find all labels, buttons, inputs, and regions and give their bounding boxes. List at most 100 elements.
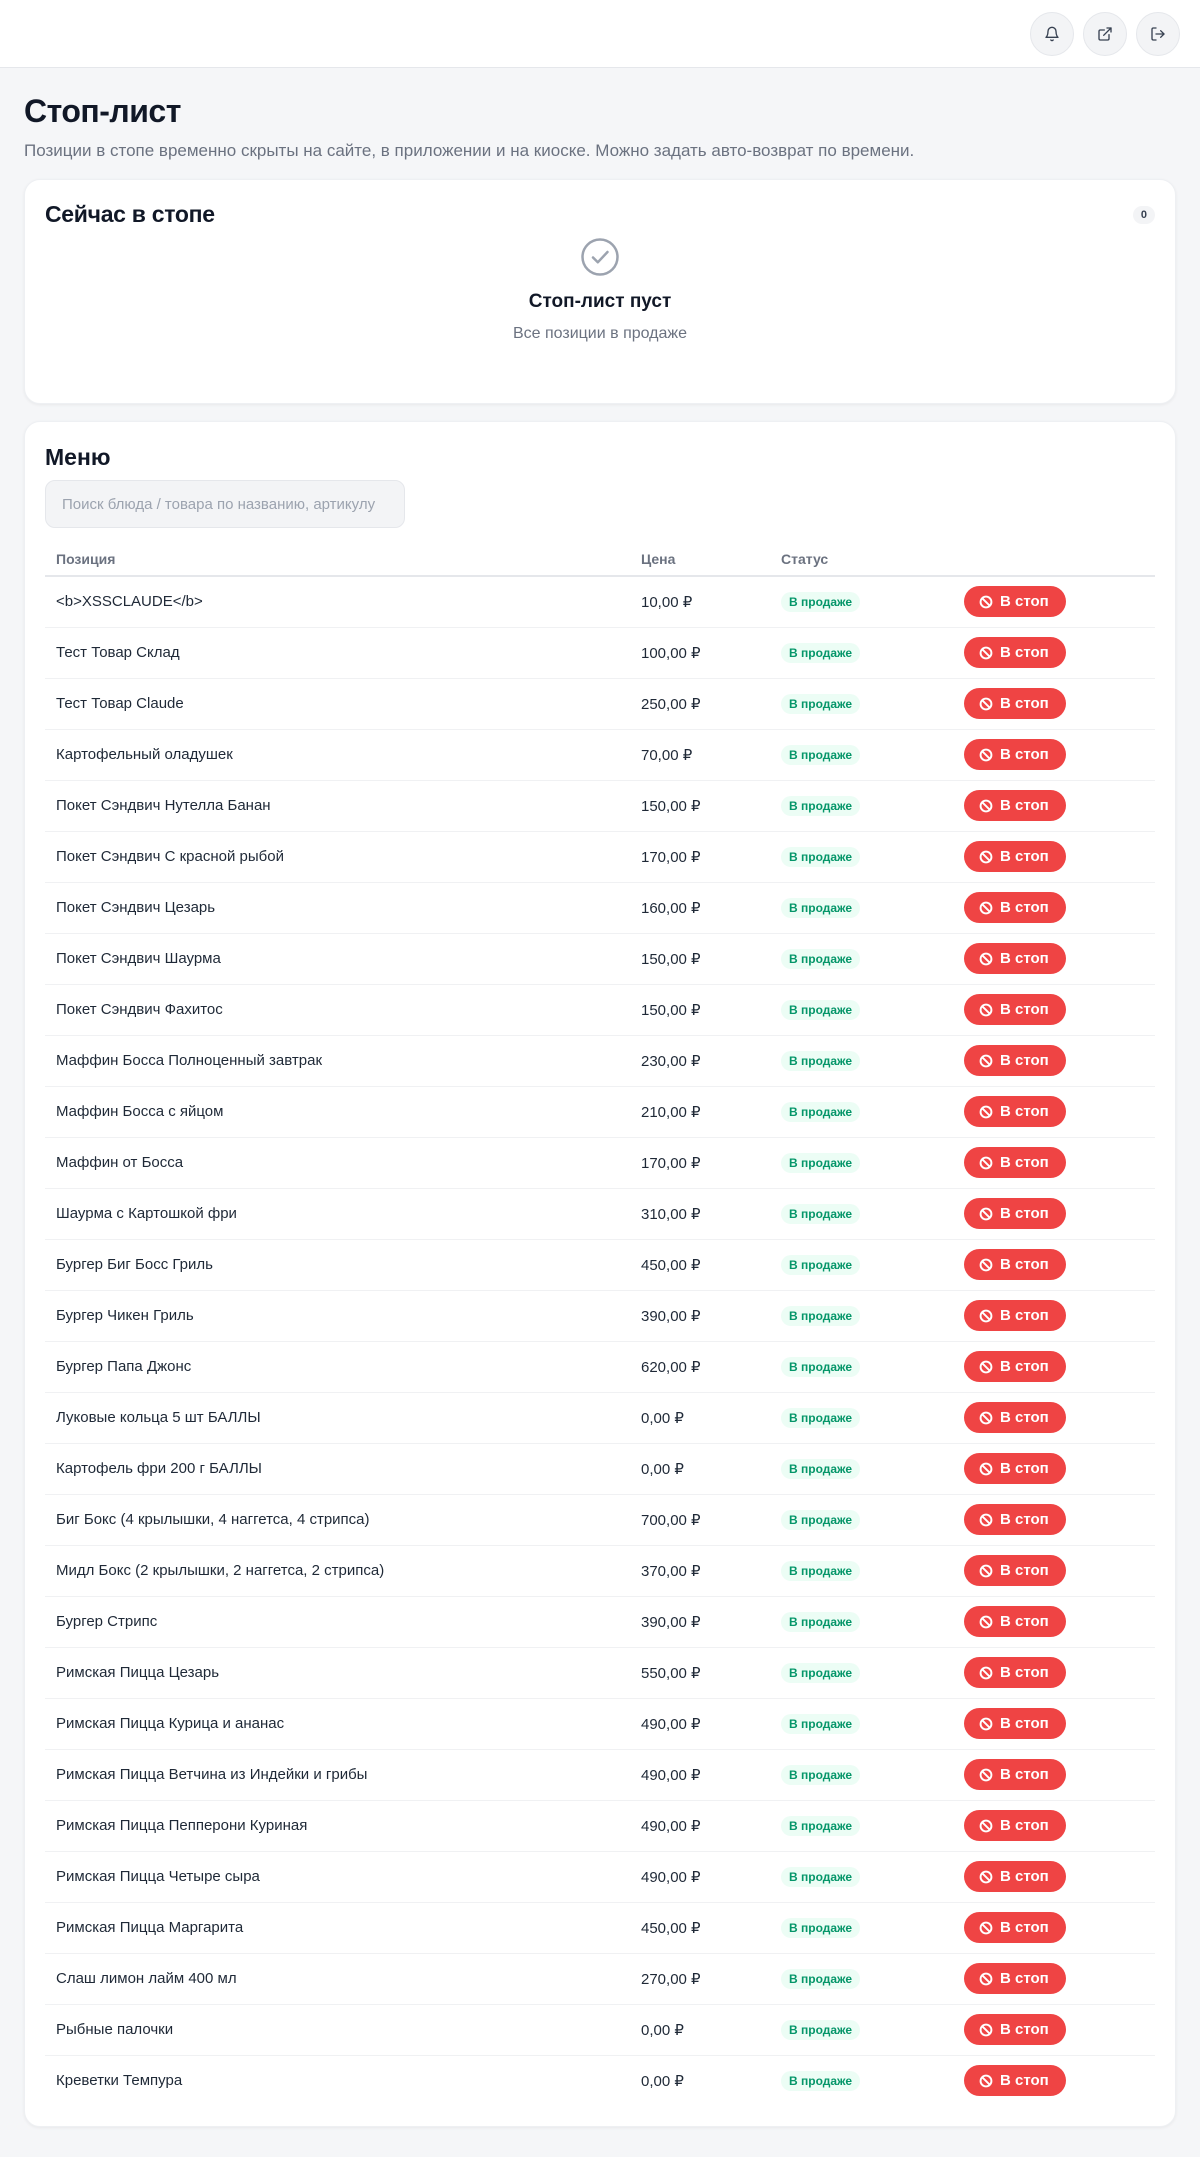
- item-name: Покет Сэндвич Цезарь: [45, 882, 630, 934]
- add-to-stop-button[interactable]: В стоп: [964, 1759, 1066, 1790]
- item-action-cell: В стоп: [953, 1137, 1155, 1189]
- add-to-stop-button[interactable]: В стоп: [964, 1147, 1066, 1178]
- item-action-cell: В стоп: [953, 780, 1155, 832]
- stop-button-label: В стоп: [1000, 1358, 1049, 1375]
- item-status-cell: В продаже: [770, 1239, 953, 1291]
- item-status-cell: В продаже: [770, 1953, 953, 2005]
- item-name: Римская Пицца Цезарь: [45, 1647, 630, 1699]
- stop-button-label: В стоп: [1000, 1103, 1049, 1120]
- item-price: 490,00 ₽: [630, 1698, 770, 1750]
- add-to-stop-button[interactable]: В стоп: [964, 790, 1066, 821]
- search-input[interactable]: [45, 480, 405, 528]
- block-icon: [979, 2023, 993, 2036]
- table-row: Рыбные палочки 0,00 ₽ В продаже В стоп: [45, 2004, 1155, 2056]
- add-to-stop-button[interactable]: В стоп: [964, 1912, 1066, 1943]
- column-header-name: Позиция: [45, 542, 630, 577]
- status-badge: В продаже: [781, 1254, 861, 1275]
- status-badge: В продаже: [781, 1407, 861, 1428]
- item-price: 100,00 ₽: [630, 627, 770, 679]
- column-header-price: Цена: [630, 542, 770, 577]
- add-to-stop-button[interactable]: В стоп: [964, 994, 1066, 1025]
- add-to-stop-button[interactable]: В стоп: [964, 1963, 1066, 1994]
- block-icon: [979, 850, 993, 863]
- add-to-stop-button[interactable]: В стоп: [964, 586, 1066, 618]
- item-name: Бургер Биг Босс Гриль: [45, 1239, 630, 1291]
- add-to-stop-button[interactable]: В стоп: [964, 1096, 1066, 1127]
- item-status-cell: В продаже: [770, 882, 953, 934]
- add-to-stop-button[interactable]: В стоп: [964, 1708, 1066, 1739]
- item-action-cell: В стоп: [953, 1035, 1155, 1087]
- block-icon: [979, 1207, 993, 1220]
- item-name: Картофельный оладушек: [45, 729, 630, 781]
- status-badge: В продаже: [781, 1866, 861, 1887]
- block-icon: [979, 901, 993, 914]
- item-status-cell: В продаже: [770, 1443, 953, 1495]
- add-to-stop-button[interactable]: В стоп: [964, 739, 1066, 770]
- add-to-stop-button[interactable]: В стоп: [964, 943, 1066, 974]
- notifications-button[interactable]: [1030, 11, 1074, 56]
- stop-button-label: В стоп: [1000, 695, 1049, 712]
- add-to-stop-button[interactable]: В стоп: [964, 1606, 1066, 1637]
- add-to-stop-button[interactable]: В стоп: [964, 1198, 1066, 1229]
- add-to-stop-button[interactable]: В стоп: [964, 2065, 1066, 2097]
- item-status-cell: В продаже: [770, 627, 953, 679]
- table-row: Бургер Биг Босс Гриль 450,00 ₽ В продаже В …: [45, 1239, 1155, 1291]
- item-name: Бургер Чикен Гриль: [45, 1290, 630, 1342]
- add-to-stop-button[interactable]: В стоп: [964, 1045, 1066, 1076]
- table-row: Тест Товар Claude 250,00 ₽ В продаже В стоп: [45, 678, 1155, 730]
- item-price: 250,00 ₽: [630, 678, 770, 730]
- item-price: 490,00 ₽: [630, 1800, 770, 1852]
- menu-table: Позиция Цена Статус <b>XSSCLAUDE</b> 10,0…: [45, 542, 1155, 2106]
- column-header-actions: [953, 542, 1155, 577]
- logout-button[interactable]: [1136, 11, 1180, 56]
- table-row: Маффин от Босса 170,00 ₽ В продаже В стоп: [45, 1137, 1155, 1189]
- add-to-stop-button[interactable]: В стоп: [964, 1555, 1066, 1586]
- status-badge: В продаже: [781, 999, 861, 1020]
- item-name: Покет Сэндвич Нутелла Банан: [45, 780, 630, 832]
- status-badge: В продаже: [781, 1203, 861, 1224]
- add-to-stop-button[interactable]: В стоп: [964, 1861, 1066, 1892]
- block-icon: [979, 1462, 993, 1475]
- column-header-status: Статус: [770, 542, 953, 577]
- stop-button-label: В стоп: [1000, 1460, 1049, 1477]
- item-price: 0,00 ₽: [630, 1443, 770, 1495]
- add-to-stop-button[interactable]: В стоп: [964, 637, 1066, 668]
- add-to-stop-button[interactable]: В стоп: [964, 1453, 1066, 1484]
- add-to-stop-button[interactable]: В стоп: [964, 1249, 1066, 1280]
- status-badge: В продаже: [781, 1356, 861, 1377]
- add-to-stop-button[interactable]: В стоп: [964, 688, 1066, 719]
- block-icon: [979, 799, 993, 812]
- item-name: Маффин Босса Полноценный завтрак: [45, 1035, 630, 1087]
- block-icon: [979, 952, 993, 965]
- item-price: 310,00 ₽: [630, 1188, 770, 1240]
- add-to-stop-button[interactable]: В стоп: [964, 892, 1066, 923]
- stop-button-label: В стоп: [1000, 1919, 1049, 1936]
- block-icon: [979, 1768, 993, 1781]
- item-name: Тест Товар Склад: [45, 627, 630, 679]
- add-to-stop-button[interactable]: В стоп: [964, 1657, 1066, 1688]
- item-status-cell: В продаже: [770, 2055, 953, 2106]
- open-external-button[interactable]: [1083, 11, 1127, 56]
- stop-button-label: В стоп: [1000, 1817, 1049, 1834]
- block-icon: [979, 1972, 993, 1985]
- block-icon: [979, 1819, 993, 1832]
- add-to-stop-button[interactable]: В стоп: [964, 1402, 1066, 1433]
- block-icon: [979, 1921, 993, 1934]
- item-status-cell: В продаже: [770, 1035, 953, 1087]
- add-to-stop-button[interactable]: В стоп: [964, 1810, 1066, 1841]
- item-name: Римская Пицца Пепперони Куриная: [45, 1800, 630, 1852]
- logout-icon: [1151, 26, 1165, 41]
- add-to-stop-button[interactable]: В стоп: [964, 2014, 1066, 2045]
- add-to-stop-button[interactable]: В стоп: [964, 1504, 1066, 1535]
- item-price: 700,00 ₽: [630, 1494, 770, 1546]
- block-icon: [979, 1003, 993, 1016]
- item-action-cell: В стоп: [953, 1698, 1155, 1750]
- item-action-cell: В стоп: [953, 1800, 1155, 1852]
- item-price: 70,00 ₽: [630, 729, 770, 781]
- item-price: 270,00 ₽: [630, 1953, 770, 2005]
- page-title: Стоп-лист: [24, 93, 181, 129]
- add-to-stop-button[interactable]: В стоп: [964, 841, 1066, 872]
- add-to-stop-button[interactable]: В стоп: [964, 1351, 1066, 1382]
- add-to-stop-button[interactable]: В стоп: [964, 1300, 1066, 1331]
- table-row: Картофель фри 200 г БАЛЛЫ 0,00 ₽ В продаже…: [45, 1443, 1155, 1495]
